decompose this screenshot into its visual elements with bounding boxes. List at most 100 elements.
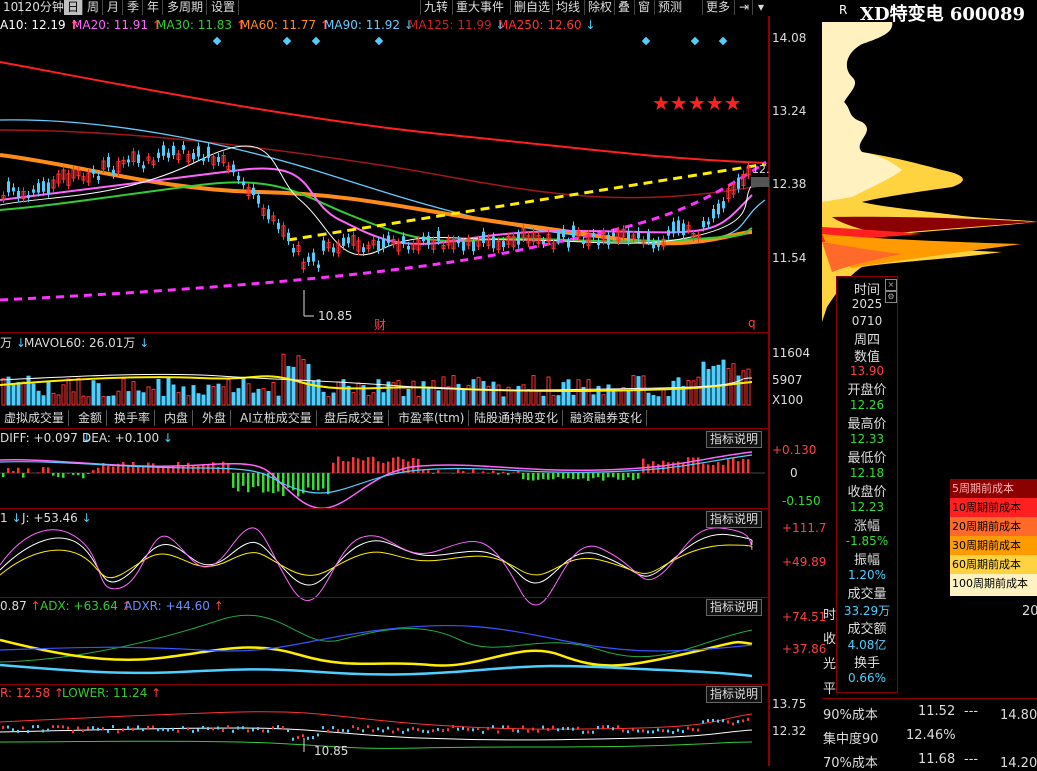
- macd-histogram: [2, 457, 750, 497]
- tab-pe-ttm[interactable]: 市盈率(ttm): [394, 410, 469, 426]
- popup-label-close: 收盘价: [837, 481, 897, 500]
- kdj-d-line: [0, 545, 752, 578]
- q-marker[interactable]: q: [748, 316, 756, 330]
- popup-value-amplitude: 1.20%: [837, 568, 897, 582]
- cost90-label: 90%成本: [823, 704, 878, 723]
- event-markers: [213, 37, 727, 45]
- popup-label-change: 涨幅: [837, 515, 897, 534]
- kdj-k-label: 1 ↓: [0, 511, 22, 525]
- dmi-mdi-line: [0, 665, 752, 676]
- panel-divider: [0, 684, 770, 685]
- low-price-label: 10.85: [318, 309, 352, 323]
- candlesticks: [2, 141, 750, 273]
- boll-upper-label: R: 12.58 ↑: [0, 686, 64, 700]
- cost90-low: 11.52: [918, 704, 955, 719]
- popup-label-open: 开盘价: [837, 379, 897, 398]
- ma60-line: [0, 155, 752, 243]
- kdj-j-label: J: +53.46 ↓: [22, 511, 92, 525]
- cost90-high: 14.80元: [1000, 704, 1037, 723]
- dmi-adxr-label: ADXR: +44.60 ↑: [124, 599, 224, 613]
- cost-legend-20[interactable]: 20周期前成本: [950, 517, 1037, 536]
- cost90-dash: ---: [964, 704, 978, 719]
- chip-stat-light-label: 光: [823, 653, 836, 672]
- current-price-tag: [751, 177, 769, 187]
- dmi-pdi-label: 0.87 ↑: [0, 599, 41, 613]
- macd-tick: -0.150: [782, 494, 821, 508]
- kdj-tick: +111.7: [782, 521, 826, 535]
- tab-virtual-volume[interactable]: 虚拟成交量: [0, 410, 69, 426]
- tab-margin[interactable]: 融资融券变化: [566, 410, 647, 426]
- cost70-label: 70%成本: [823, 752, 878, 771]
- dmi-help-button[interactable]: 指标说明: [706, 599, 762, 616]
- volume-legend: 万 ↓: [0, 334, 26, 351]
- popup-label-low: 最低价: [837, 447, 897, 466]
- cost-legend-5[interactable]: 5周期前成本: [950, 479, 1037, 498]
- popup-value-close: 12.23: [837, 500, 897, 514]
- popup-label-amplitude: 振幅: [837, 549, 897, 568]
- macd-diff-label: DIFF: +0.097 ↓: [0, 431, 92, 445]
- tab-outer-volume[interactable]: 外盘: [198, 410, 231, 426]
- high-tag: 12.: [752, 163, 770, 176]
- crosshair-info-popup: × ⚙ 时间 2025 0710 周四 数值 13.90 开盘价 12.26 最…: [836, 276, 898, 693]
- boll-lower-label: LOWER: 11.24 ↑: [62, 686, 161, 700]
- popup-value-amount: 4.08亿: [837, 636, 897, 653]
- popup-value-year: 2025: [837, 297, 897, 311]
- rating-stars: ★★★★★: [652, 91, 742, 115]
- cost-legend-10[interactable]: 10周期前成本: [950, 498, 1037, 517]
- popup-value-turnover: 0.66%: [837, 671, 897, 685]
- cost-legend-100[interactable]: 100周期前成本: [950, 574, 1037, 596]
- chart-canvas[interactable]: ★★★★★: [0, 0, 770, 766]
- price-axis-line: [768, 16, 770, 766]
- tab-turnover[interactable]: 换手率: [110, 410, 155, 426]
- boll-tick: 13.75: [772, 697, 806, 711]
- boll-low-label: 10.85: [314, 744, 348, 758]
- kdj-j-line: [0, 528, 752, 605]
- cost70-low: 11.68: [918, 752, 955, 767]
- chip-stat-avg-label: 平: [823, 678, 836, 697]
- macd-tick: +0.130: [772, 443, 816, 457]
- macd-help-button[interactable]: 指标说明: [706, 431, 762, 448]
- cost70-dash: ---: [964, 752, 978, 767]
- tab-ai-volume[interactable]: AI立桩成交量: [236, 410, 317, 426]
- panel-divider: [0, 597, 770, 598]
- macd-diff-line: [0, 452, 752, 508]
- tab-after-hours[interactable]: 盘后成交量: [320, 410, 389, 426]
- price-tick: 12.38: [772, 177, 806, 191]
- panel-divider: [0, 508, 770, 509]
- dmi-pdi-line: [0, 615, 752, 662]
- popup-label-high: 最高价: [837, 413, 897, 432]
- volume-tick: 5907: [772, 373, 803, 387]
- popup-label-time: 时间: [837, 279, 897, 298]
- ma250-line: [0, 62, 765, 163]
- dmi-adxr-line: [0, 625, 752, 651]
- tab-inner-volume[interactable]: 内盘: [160, 410, 193, 426]
- boll-help-button[interactable]: 指标说明: [706, 686, 762, 703]
- chip-stat-close-label: 收: [823, 628, 836, 647]
- price-tick: 11.54: [772, 251, 806, 265]
- ma90-line: [0, 120, 765, 241]
- cost70-high: 14.20元: [1000, 752, 1037, 771]
- panel-divider: [0, 428, 770, 429]
- volume-bars: [2, 354, 750, 405]
- popup-label-value: 数值: [837, 346, 897, 365]
- kdj-tick: +49.89: [782, 555, 826, 569]
- tab-amount[interactable]: 金额: [74, 410, 107, 426]
- cost-legend-30[interactable]: 30周期前成本: [950, 536, 1037, 555]
- macd-dea-label: DEA: +0.100 ↓: [82, 431, 173, 445]
- cost-legend-60[interactable]: 60周期前成本: [950, 555, 1037, 574]
- popup-value-value: 13.90: [837, 364, 897, 378]
- price-tick: 13.24: [772, 104, 806, 118]
- finance-marker[interactable]: 财: [374, 316, 386, 333]
- tab-hk-connect[interactable]: 陆股通持股变化: [470, 410, 563, 426]
- popup-label-volume: 成交量: [837, 583, 897, 602]
- price-tick: 14.08: [772, 31, 806, 45]
- boll-mid-line: [0, 728, 752, 740]
- panel-divider: [822, 698, 1037, 699]
- dmi-tick: +74.51: [782, 610, 826, 624]
- boll-lower-line: [0, 741, 752, 748]
- popup-value-date: 0710: [837, 314, 897, 328]
- popup-value-volume: 33.29万: [837, 602, 897, 619]
- kdj-help-button[interactable]: 指标说明: [706, 511, 762, 528]
- chip-stat-time-label: 时: [823, 604, 836, 623]
- popup-label-turnover: 换手: [837, 652, 897, 671]
